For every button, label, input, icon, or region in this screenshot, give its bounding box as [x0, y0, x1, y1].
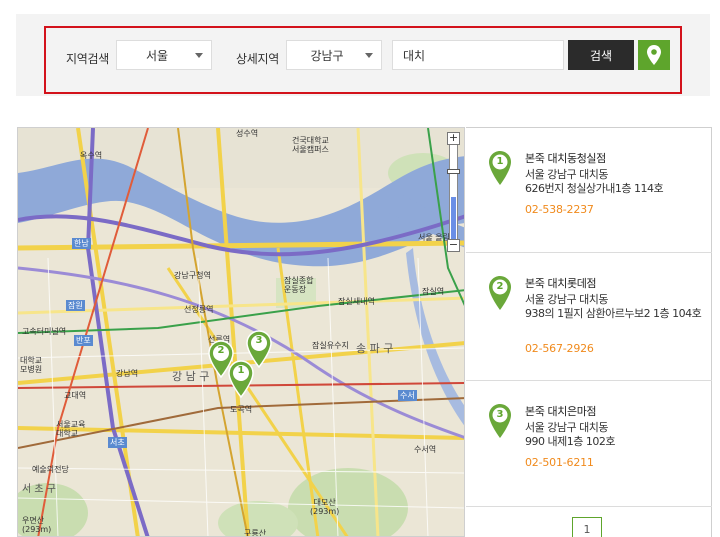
map-label: 예술의전당 — [32, 465, 69, 474]
district-select[interactable]: 강남구 — [286, 40, 382, 70]
map-label: 대모산 (293m) — [310, 498, 340, 516]
map-label: 선정릉역 — [184, 305, 214, 314]
store-list: 1 본죽 대치동청실점 서울 강남구 대치동 626번지 청실상가내1층 114… — [466, 127, 712, 537]
map-label: 교대역 — [64, 391, 87, 400]
store-address: 서울 강남구 대치동 626번지 청실상가내1층 114호 — [525, 168, 664, 195]
store-name[interactable]: 본죽 대치은마점 — [525, 403, 597, 419]
store-number: 2 — [496, 281, 504, 292]
location-pin-icon — [647, 45, 661, 65]
map-label: 반포 — [74, 335, 93, 346]
map-label: 옥수역 — [80, 151, 103, 160]
map-label: 송 파 구 — [356, 342, 394, 355]
map-label: 성수역 — [236, 129, 259, 138]
map-label: 강남구청역 — [174, 271, 211, 280]
district-label: 상세지역 — [236, 52, 279, 66]
map-label: 잠원 — [66, 300, 85, 311]
store-phone: 02-538-2237 — [525, 203, 594, 216]
zoom-out-button[interactable]: − — [447, 239, 460, 252]
map-label: 서 초 구 — [22, 484, 56, 495]
district-select-value: 강남구 — [310, 48, 344, 63]
map-label: 잠실종합 운동장 — [284, 276, 314, 294]
store-address: 서울 강남구 대치동 938의 1필지 삼환아르누보2 1층 104호 — [525, 293, 702, 320]
map-label: 서초 — [108, 437, 127, 448]
location-button[interactable] — [638, 40, 670, 70]
store-number: 3 — [496, 409, 504, 420]
zoom-in-button[interactable]: + — [447, 132, 460, 145]
map-labels: 성수역 건국대학교 서울캠퍼스 옥수역 한남 잠원 반포 서초 수서 강남구청역… — [18, 128, 464, 537]
store-item-3[interactable]: 3 본죽 대치은마점 서울 강남구 대치동 990 내제1층 102호 02-5… — [466, 381, 712, 507]
store-item-2[interactable]: 2 본죽 대치롯데점 서울 강남구 대치동 938의 1필지 삼환아르누보2 1… — [466, 253, 712, 381]
search-form: 지역검색 서울 상세지역 강남구 검색 — [44, 26, 682, 94]
map-label: 잠실역 — [422, 287, 445, 296]
map-label: 강남역 — [116, 369, 139, 378]
map-label: 한남 — [72, 238, 91, 249]
keyword-input[interactable] — [392, 40, 564, 70]
chevron-down-icon — [365, 53, 373, 58]
chevron-down-icon — [195, 53, 203, 58]
store-address: 서울 강남구 대치동 990 내제1층 102호 — [525, 421, 615, 448]
search-button[interactable]: 검색 — [568, 40, 634, 70]
map-marker-number: 3 — [255, 335, 263, 346]
map-label: 구룡산 — [244, 529, 267, 537]
map-label: 고속터미널역 — [22, 327, 67, 336]
map-label: 잠실새내역 — [338, 297, 375, 306]
map-view[interactable]: 성수역 건국대학교 서울캠퍼스 옥수역 한남 잠원 반포 서초 수서 강남구청역… — [17, 127, 465, 537]
region-select-value: 서울 — [145, 48, 169, 63]
map-label: 서울교육 대학교 — [56, 420, 86, 438]
pagination-page-1[interactable]: 1 — [572, 517, 602, 537]
zoom-slider[interactable] — [447, 145, 460, 239]
map-label: 대학교 모병원 — [20, 356, 43, 374]
map-label: 수서역 — [414, 445, 437, 454]
map-label: 잠실유수지 — [312, 341, 349, 350]
map-label: 우면산 (293m) — [22, 516, 52, 534]
region-select[interactable]: 서울 — [116, 40, 212, 70]
store-name[interactable]: 본죽 대치롯데점 — [525, 275, 597, 291]
store-phone: 02-567-2926 — [525, 342, 594, 355]
map-label: 건국대학교 서울캠퍼스 — [292, 136, 329, 154]
store-number: 1 — [496, 156, 504, 167]
map-marker-1[interactable]: 1 — [228, 360, 254, 398]
store-phone: 02-501-6211 — [525, 456, 594, 469]
map-marker-number: 2 — [217, 345, 225, 356]
zoom-level-fill — [451, 196, 456, 239]
map-label: 수서 — [398, 390, 417, 401]
zoom-slider-handle[interactable] — [447, 169, 460, 174]
region-label: 지역검색 — [66, 52, 109, 66]
map-label: 도곡역 — [230, 405, 253, 414]
map-marker-number: 1 — [237, 365, 245, 376]
map-label: 강 남 구 — [172, 370, 210, 383]
store-item-1[interactable]: 1 본죽 대치동청실점 서울 강남구 대치동 626번지 청실상가내1층 114… — [466, 128, 712, 253]
store-name[interactable]: 본죽 대치동청실점 — [525, 150, 606, 166]
zoom-control: + − — [447, 132, 460, 252]
